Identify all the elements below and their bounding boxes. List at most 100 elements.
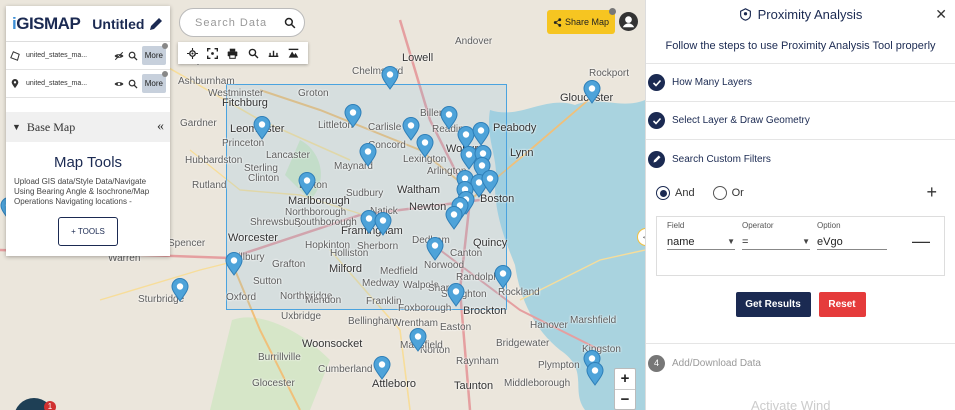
map-label: Medway (362, 278, 400, 289)
map-marker-icon[interactable] (298, 172, 316, 196)
step-select-layer[interactable]: Select Layer & Draw Geometry (646, 102, 955, 140)
measure-icon[interactable] (268, 48, 279, 59)
map-marker-icon[interactable] (253, 116, 271, 140)
map-label: Marlborough (288, 195, 350, 207)
map-label: Peabody (493, 122, 537, 134)
step-how-many-layers[interactable]: How Many Layers (646, 64, 955, 102)
radio-selected-icon[interactable] (656, 186, 670, 200)
map-label: Brockton (463, 305, 507, 317)
visibility-icon[interactable] (114, 79, 124, 89)
windows-watermark: Activate Wind (751, 398, 831, 410)
step-number: 4 (648, 354, 665, 372)
map-label: Mendon (305, 295, 342, 306)
panel-intro: Follow the steps to use Proximity Analys… (646, 28, 955, 64)
locate-icon[interactable] (186, 47, 198, 59)
remove-condition-icon[interactable]: — (912, 231, 930, 252)
basemap-label: Base Map (26, 119, 76, 134)
and-option[interactable]: And (656, 186, 695, 200)
map-marker-icon[interactable] (447, 283, 465, 307)
user-account-icon[interactable] (619, 12, 638, 31)
visibility-off-icon[interactable] (114, 51, 124, 61)
layer-more-button[interactable]: More (141, 71, 169, 93)
zoom-to-layer-icon[interactable] (128, 79, 138, 89)
map-label: Easton (440, 322, 472, 333)
radio-icon[interactable] (712, 186, 727, 200)
search-bar[interactable] (179, 8, 305, 37)
map-marker-icon[interactable] (374, 212, 392, 236)
map-marker-icon[interactable] (481, 170, 499, 194)
layer-more-button[interactable]: More (141, 43, 169, 65)
logic-selector: And Or (656, 178, 945, 208)
add-condition-icon[interactable]: + (926, 182, 937, 203)
map-marker-icon[interactable] (359, 143, 377, 167)
map-label: Marshfield (570, 315, 617, 326)
reset-button[interactable]: Reset (818, 292, 866, 317)
terrain-icon[interactable] (288, 48, 299, 59)
collapse-chevrons-icon[interactable]: « (157, 119, 164, 135)
layer-row[interactable]: united_states_ma... More (6, 42, 170, 70)
map-label: Northborough (285, 207, 347, 218)
map-label: Raynham (456, 356, 499, 367)
gismap-logo[interactable]: iGISMAP (12, 14, 81, 34)
map-label: Grafton (272, 259, 306, 270)
zoom-control: + − (614, 368, 636, 410)
zoom-out-button[interactable]: − (615, 389, 635, 409)
step-search-custom-filters[interactable]: Search Custom Filters (646, 140, 955, 178)
map-label: Spencer (168, 238, 206, 249)
map-label: Sterling (244, 163, 278, 174)
map-marker-icon[interactable] (440, 106, 458, 130)
add-tools-button[interactable]: + TOOLS (58, 217, 118, 246)
dropdown-caret-icon: ▼ (727, 237, 735, 246)
map-marker-icon[interactable] (381, 66, 399, 90)
proximity-icon (739, 7, 751, 21)
map-toolbar (178, 42, 308, 64)
print-icon[interactable] (227, 48, 238, 59)
field-select[interactable]: Field name ▼ (667, 221, 735, 250)
map-label: Oxford (226, 292, 257, 303)
search-icon[interactable] (284, 17, 296, 29)
map-label: Uxbridge (281, 311, 322, 322)
map-marker-icon[interactable] (583, 80, 601, 104)
or-option[interactable]: Or (712, 186, 744, 200)
map-tools-section: Map Tools Upload GIS data/Style Data/Nav… (6, 142, 170, 256)
close-icon[interactable]: ✕ (935, 6, 947, 23)
map-marker-icon[interactable] (416, 134, 434, 158)
map-label: Middleborough (504, 378, 571, 389)
panel-header: Proximity Analysis ✕ (646, 0, 955, 28)
zoom-in-button[interactable]: + (615, 369, 635, 389)
map-label: Foxborough (398, 303, 452, 314)
notification-count: 1 (44, 401, 56, 410)
share-map-button[interactable]: Share Map (547, 10, 615, 34)
check-icon (648, 112, 665, 129)
map-marker-icon[interactable] (171, 278, 189, 302)
operator-select[interactable]: Operator = ▼ (742, 221, 810, 250)
layer-row[interactable]: united_states_ma... More (6, 70, 170, 98)
map-marker-icon[interactable] (586, 362, 604, 386)
map-marker-icon[interactable] (373, 356, 391, 380)
map-marker-icon[interactable] (409, 328, 427, 352)
map-label: Bellingham (348, 316, 398, 327)
option-input[interactable]: Option eVgo (817, 221, 887, 250)
map-marker-icon[interactable] (445, 206, 463, 230)
edit-pencil-icon[interactable] (148, 16, 164, 32)
zoom-to-layer-icon[interactable] (128, 51, 138, 61)
custom-filters-section: And Or + Field name ▼ Operator = ▼ Option … (646, 178, 955, 344)
map-marker-icon[interactable] (472, 122, 490, 146)
pin-icon (11, 78, 19, 88)
project-header: iGISMAP Untitled ... (6, 6, 170, 42)
option-value: eVgo (817, 235, 843, 248)
map-label: Woonsocket (302, 338, 363, 350)
proximity-analysis-panel: Proximity Analysis ✕ Follow the steps to… (645, 0, 955, 410)
map-marker-icon[interactable] (225, 252, 243, 276)
get-results-button[interactable]: Get Results (735, 292, 811, 317)
map-marker-icon[interactable] (426, 237, 444, 261)
basemap-toggle[interactable]: ▼ Base Map « (6, 112, 170, 142)
map-label: Lowell (402, 52, 434, 64)
map-marker-icon[interactable] (344, 104, 362, 128)
step-add-download-data[interactable]: 4 Add/Download Data (646, 344, 955, 382)
map-marker-icon[interactable] (494, 265, 512, 289)
project-title[interactable]: Untitled ... (92, 16, 148, 32)
fit-extent-icon[interactable] (206, 47, 218, 59)
search-input[interactable] (195, 16, 284, 29)
zoom-search-icon[interactable] (248, 48, 259, 59)
